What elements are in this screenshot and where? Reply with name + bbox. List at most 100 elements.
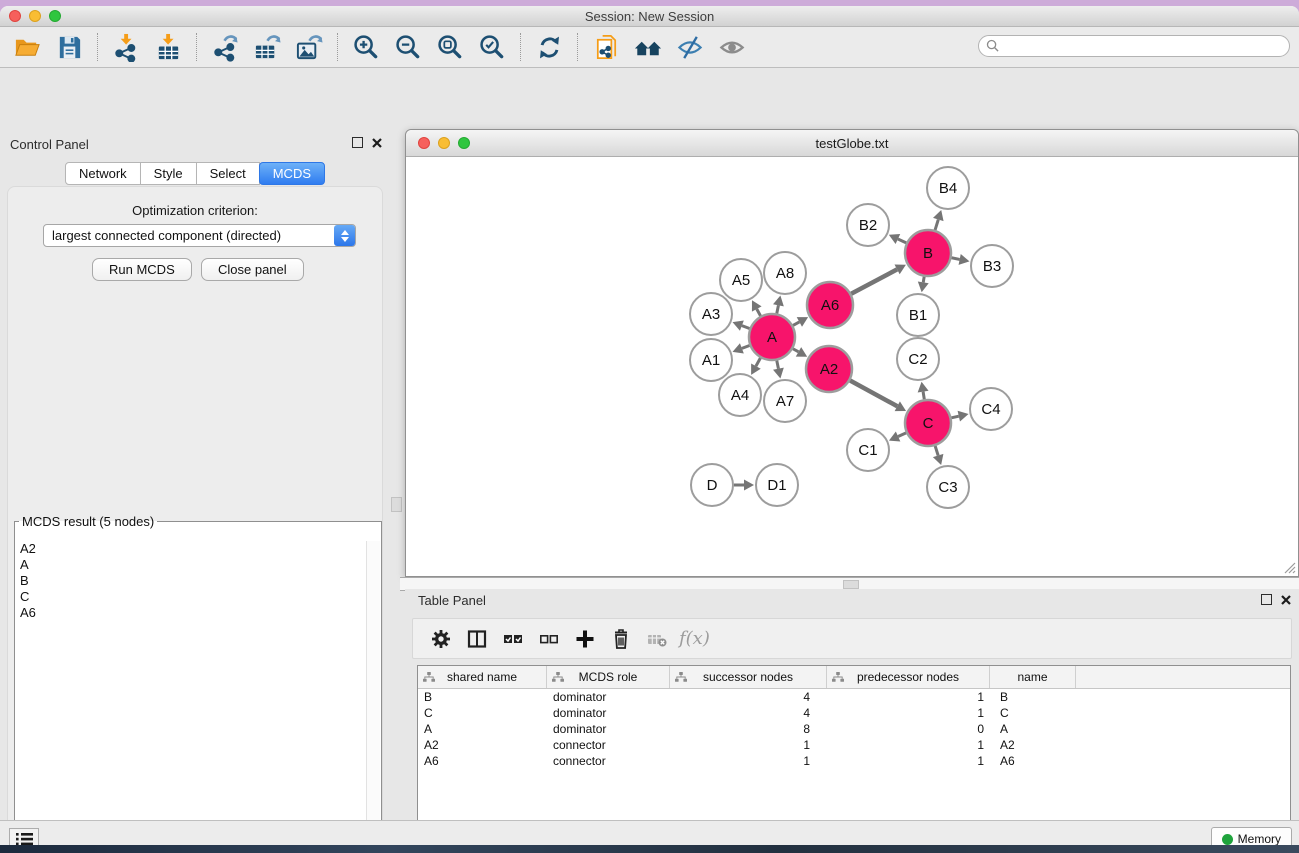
run-mcds-button[interactable]: Run MCDS xyxy=(92,258,192,281)
float-panel-icon[interactable] xyxy=(352,137,363,148)
graph-edge-A-A5[interactable] xyxy=(757,309,761,316)
graph-node-A6[interactable]: A6 xyxy=(807,282,853,328)
delete-columns-icon[interactable] xyxy=(603,622,639,656)
zoom-selected-icon[interactable] xyxy=(473,30,511,64)
float-panel-icon[interactable] xyxy=(1261,594,1272,605)
close-panel-icon[interactable] xyxy=(372,138,382,148)
mcds-result-item[interactable]: B xyxy=(16,573,367,589)
new-network-from-selection-icon[interactable] xyxy=(587,30,625,64)
network-window-titlebar[interactable]: testGlobe.txt xyxy=(406,130,1298,157)
graph-edge-C-C4[interactable] xyxy=(951,416,958,418)
graph-node-C1[interactable]: C1 xyxy=(847,429,889,471)
table-row-A[interactable]: Adominator80A xyxy=(418,721,1290,737)
graph-edge-A2-C[interactable] xyxy=(850,380,897,406)
delete-table-icon[interactable] xyxy=(639,622,675,656)
table-row-B[interactable]: Bdominator41B xyxy=(418,689,1290,705)
graph-node-A1[interactable]: A1 xyxy=(690,339,732,381)
graph-node-A3[interactable]: A3 xyxy=(690,293,732,335)
open-session-icon[interactable] xyxy=(8,30,46,64)
add-column-icon[interactable] xyxy=(567,622,603,656)
graph-node-D[interactable]: D xyxy=(691,464,733,506)
column-header-shared-name[interactable]: shared name xyxy=(418,666,547,688)
column-header-successor-nodes[interactable]: successor nodes xyxy=(670,666,827,688)
graph-edge-B-B3[interactable] xyxy=(952,258,960,260)
vertical-split-divider[interactable] xyxy=(390,129,405,845)
zoom-in-icon[interactable] xyxy=(347,30,385,64)
graph-edge-C-C1[interactable] xyxy=(898,433,906,437)
graph-node-A[interactable]: A xyxy=(749,314,795,360)
tab-select[interactable]: Select xyxy=(196,162,260,185)
table-options-icon[interactable] xyxy=(423,622,459,656)
graph-node-A5[interactable]: A5 xyxy=(720,259,762,301)
function-builder-icon[interactable]: f(x) xyxy=(679,628,710,649)
mcds-result-item[interactable]: A2 xyxy=(16,541,367,557)
graph-edge-A-A6[interactable] xyxy=(793,322,799,325)
graph-node-B[interactable]: B xyxy=(905,230,951,276)
graph-node-A4[interactable]: A4 xyxy=(719,374,761,416)
graph-node-A8[interactable]: A8 xyxy=(764,252,806,294)
select-all-columns-icon[interactable] xyxy=(495,622,531,656)
export-table-icon[interactable] xyxy=(248,30,286,64)
mcds-result-item[interactable]: C xyxy=(16,589,367,605)
table-row-A2[interactable]: A2connector11A2 xyxy=(418,737,1290,753)
unselect-all-columns-icon[interactable] xyxy=(531,622,567,656)
graph-edge-A-A2[interactable] xyxy=(793,349,799,352)
graph-edge-B-B2[interactable] xyxy=(898,239,906,243)
import-table-icon[interactable] xyxy=(149,30,187,64)
graph-node-B2[interactable]: B2 xyxy=(847,204,889,246)
column-header-MCDS-role[interactable]: MCDS role xyxy=(547,666,670,688)
divider-grip[interactable] xyxy=(391,497,402,512)
tab-style[interactable]: Style xyxy=(140,162,197,185)
graph-node-A7[interactable]: A7 xyxy=(764,380,806,422)
zoom-out-icon[interactable] xyxy=(389,30,427,64)
graph-edge-A-A4[interactable] xyxy=(756,358,760,366)
network-canvas[interactable]: B4 B2 B B3 A8A5 A6 A3 B1 A A1 C2 A2 A4A7 C4 C C1 C3 D D1 xyxy=(407,157,1297,575)
mcds-result-item[interactable]: A6 xyxy=(16,605,367,621)
task-history-button[interactable] xyxy=(9,828,39,845)
divider-grip[interactable] xyxy=(843,580,859,589)
table-row-A6[interactable]: A6connector11A6 xyxy=(418,753,1290,769)
memory-button[interactable]: Memory xyxy=(1211,827,1292,845)
graph-edge-A-A7[interactable] xyxy=(777,361,779,369)
export-image-icon[interactable] xyxy=(290,30,328,64)
refresh-view-icon[interactable] xyxy=(530,30,568,64)
graph-node-B3[interactable]: B3 xyxy=(971,245,1013,287)
close-panel-button[interactable]: Close panel xyxy=(201,258,304,281)
graph-edge-A6-B[interactable] xyxy=(851,269,897,293)
close-panel-icon[interactable] xyxy=(1281,595,1291,605)
graph-edge-A-A8[interactable] xyxy=(777,305,779,313)
graph-node-C[interactable]: C xyxy=(905,400,951,446)
search-input[interactable] xyxy=(978,35,1290,57)
graph-edge-A-A1[interactable] xyxy=(742,345,750,348)
graph-edge-B-B1[interactable] xyxy=(923,277,924,283)
graph-edge-C-C3[interactable] xyxy=(935,446,938,456)
column-header-predecessor-nodes[interactable]: predecessor nodes xyxy=(827,666,990,688)
graph-node-B1[interactable]: B1 xyxy=(897,294,939,336)
save-session-icon[interactable] xyxy=(50,30,88,64)
graph-node-C4[interactable]: C4 xyxy=(970,388,1012,430)
column-header-name[interactable]: name xyxy=(990,666,1076,688)
zoom-fit-icon[interactable] xyxy=(431,30,469,64)
optimization-criterion-select[interactable]: largest connected component (directed) xyxy=(43,224,356,247)
network-graph[interactable]: B4 B2 B B3 A8A5 A6 A3 B1 A A1 C2 A2 A4A7 C4 C C1 C3 D D1 xyxy=(407,157,1297,575)
table-row-C[interactable]: Cdominator41C xyxy=(418,705,1290,721)
graph-node-B4[interactable]: B4 xyxy=(927,167,969,209)
graph-node-C3[interactable]: C3 xyxy=(927,466,969,508)
graph-node-D1[interactable]: D1 xyxy=(756,464,798,506)
export-network-icon[interactable] xyxy=(206,30,244,64)
mcds-result-item[interactable]: A xyxy=(16,557,367,573)
show-all-icon[interactable] xyxy=(713,30,751,64)
graph-node-A2[interactable]: A2 xyxy=(806,346,852,392)
tab-network[interactable]: Network xyxy=(65,162,141,185)
graph-node-C2[interactable]: C2 xyxy=(897,338,939,380)
graph-edge-B-B4[interactable] xyxy=(935,220,938,231)
home-icon[interactable] xyxy=(629,30,667,64)
import-network-icon[interactable] xyxy=(107,30,145,64)
show-columns-icon[interactable] xyxy=(459,622,495,656)
hide-selection-icon[interactable] xyxy=(671,30,709,64)
result-scrollbar[interactable] xyxy=(366,541,380,845)
graph-edge-A-A3[interactable] xyxy=(742,326,750,329)
window-resize-grip[interactable] xyxy=(1282,560,1296,574)
graph-edge-C-C2[interactable] xyxy=(923,392,924,400)
tab-mcds[interactable]: MCDS xyxy=(259,162,325,185)
